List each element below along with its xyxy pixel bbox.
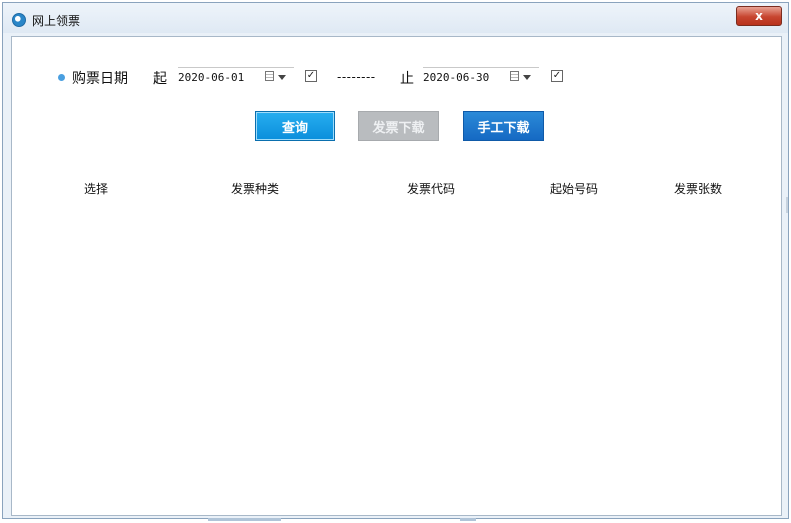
invoice-download-button[interactable]: 发票下载 xyxy=(358,111,439,141)
start-date-value: 2020-06-01 xyxy=(178,71,245,84)
column-header-start-number[interactable]: 起始号码 xyxy=(550,180,598,197)
start-date-picker[interactable]: 2020-06-01 xyxy=(178,67,294,85)
dialog-window: 网上领票 x 购票日期 起 2020-06-01 ✓ -------- 止 20… xyxy=(2,2,789,519)
dialog-content: 购票日期 起 2020-06-01 ✓ -------- 止 2020-06-3… xyxy=(11,36,782,516)
scrollbar-thumb[interactable] xyxy=(208,518,281,521)
purchase-date-label: 购票日期 xyxy=(72,71,128,87)
scrollbar-thumb[interactable] xyxy=(460,518,476,521)
column-header-invoice-type[interactable]: 发票种类 xyxy=(231,180,279,197)
resize-handle[interactable] xyxy=(786,197,788,213)
end-date-checkbox[interactable]: ✓ xyxy=(551,70,563,82)
bullet-dot-icon xyxy=(58,74,65,81)
date-range-separator: -------- xyxy=(337,70,376,84)
column-header-invoice-count[interactable]: 发票张数 xyxy=(674,180,722,197)
chevron-down-icon[interactable] xyxy=(523,75,531,80)
column-header-select[interactable]: 选择 xyxy=(84,180,108,197)
column-header-invoice-code[interactable]: 发票代码 xyxy=(407,180,455,197)
title-bar[interactable]: 网上领票 x xyxy=(3,3,788,33)
end-date-label: 止 xyxy=(400,71,414,87)
manual-download-button[interactable]: 手工下载 xyxy=(463,111,544,141)
end-date-value: 2020-06-30 xyxy=(423,71,490,84)
app-logo-icon xyxy=(12,13,26,27)
calendar-icon[interactable] xyxy=(510,71,519,81)
chevron-down-icon[interactable] xyxy=(278,75,286,80)
query-button[interactable]: 查询 xyxy=(255,111,335,141)
start-date-label: 起 xyxy=(153,71,167,87)
end-date-picker[interactable]: 2020-06-30 xyxy=(423,67,539,85)
close-button[interactable]: x xyxy=(736,6,782,26)
window-title: 网上领票 xyxy=(32,14,81,28)
calendar-icon[interactable] xyxy=(265,71,274,81)
start-date-checkbox[interactable]: ✓ xyxy=(305,70,317,82)
